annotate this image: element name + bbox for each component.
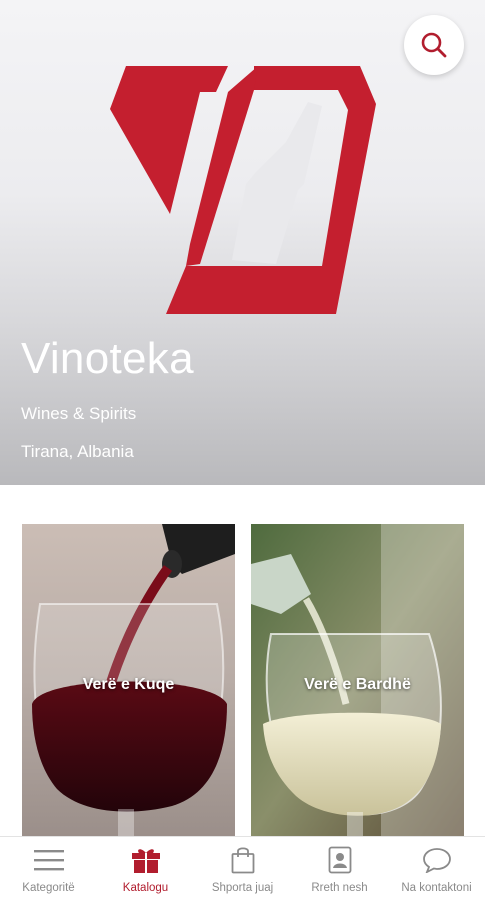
chat-bubble-icon bbox=[422, 846, 452, 874]
contact-card-icon bbox=[325, 846, 355, 874]
nav-item-about[interactable]: Rreth nesh bbox=[291, 837, 388, 900]
search-icon bbox=[421, 32, 447, 58]
menu-icon bbox=[33, 846, 64, 874]
page-title: Vinoteka bbox=[21, 334, 194, 383]
category-label: Verë e Bardhë bbox=[304, 676, 411, 693]
gift-box-icon bbox=[131, 846, 161, 874]
nav-item-catalog[interactable]: Katalogu bbox=[97, 837, 194, 900]
shopping-bag-icon bbox=[228, 846, 258, 874]
nav-label: Katalogu bbox=[122, 882, 169, 894]
brand-location: Tirana, Albania bbox=[21, 442, 134, 461]
nav-label: Rreth nesh bbox=[311, 882, 368, 894]
hero-header: Vinoteka Wines & Spirits Tirana, Albania bbox=[0, 0, 485, 485]
category-label: Verë e Kuqe bbox=[82, 676, 175, 693]
nav-label: Na kontaktoni bbox=[401, 882, 472, 894]
nav-label: Kategoritë bbox=[22, 882, 75, 894]
nav-item-cart[interactable]: Shporta juaj bbox=[194, 837, 291, 900]
search-button[interactable] bbox=[404, 15, 464, 75]
category-card-white-wine[interactable]: Verë e Bardhë bbox=[251, 524, 464, 836]
vinoteka-logo bbox=[110, 66, 376, 314]
bottom-navigation: Kategoritë Katalogu Shporta juaj Rreth n… bbox=[0, 836, 485, 900]
nav-item-categories[interactable]: Kategoritë bbox=[0, 837, 97, 900]
category-card-red-wine[interactable]: Verë e Kuqe bbox=[22, 524, 235, 836]
nav-label: Shporta juaj bbox=[211, 882, 274, 894]
nav-item-contact[interactable]: Na kontaktoni bbox=[388, 837, 485, 900]
brand-subtitle: Wines & Spirits bbox=[21, 404, 137, 423]
